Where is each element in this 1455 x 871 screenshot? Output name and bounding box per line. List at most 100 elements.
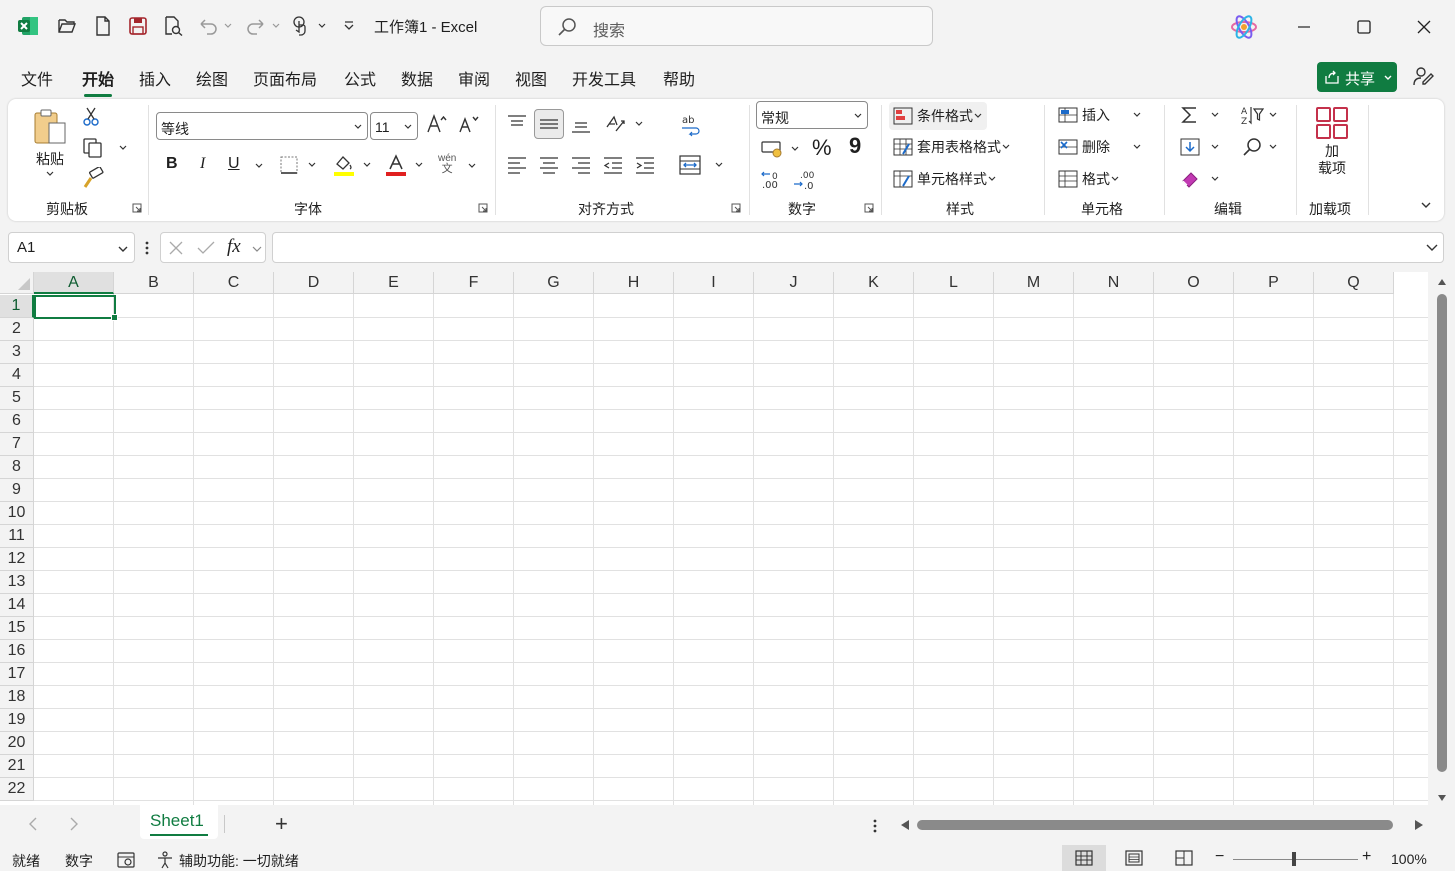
row-header[interactable]: 14 xyxy=(0,594,34,617)
worksheet-grid[interactable]: ABCDEFGHIJKLMNOPQ 1 2 3 4 5 6 7 8 9 10 11 12 13 14 15 1… xyxy=(0,272,1428,805)
undo-dropdown-icon[interactable] xyxy=(221,14,235,38)
scroll-up-icon[interactable] xyxy=(1437,278,1447,286)
maximize-button[interactable] xyxy=(1344,10,1384,44)
dialog-launcher-icon[interactable] xyxy=(864,203,874,213)
row-header[interactable]: 6 xyxy=(0,410,34,433)
add-ins-button[interactable]: 加 载项 xyxy=(1312,105,1352,177)
comma-style-button[interactable]: 9 xyxy=(849,133,861,159)
cell-styles-button[interactable]: 单元格样式 xyxy=(893,169,997,189)
scroll-left-icon[interactable] xyxy=(900,819,910,831)
conditional-formatting-button[interactable]: 条件格式 xyxy=(889,102,987,130)
tab-review[interactable]: 审阅 xyxy=(458,66,490,90)
column-header[interactable]: M xyxy=(994,272,1074,294)
column-header[interactable]: O xyxy=(1154,272,1234,294)
scroll-right-icon[interactable] xyxy=(1414,819,1424,831)
column-header[interactable]: F xyxy=(434,272,514,294)
normal-view-button[interactable] xyxy=(1062,845,1106,871)
row-header[interactable]: 3 xyxy=(0,341,34,364)
fill-button[interactable] xyxy=(1180,137,1220,157)
increase-indent-button[interactable] xyxy=(634,155,656,175)
page-break-view-icon[interactable] xyxy=(1175,850,1193,866)
decrease-indent-button[interactable] xyxy=(602,155,624,175)
column-header[interactable]: K xyxy=(834,272,914,294)
scroll-down-icon[interactable] xyxy=(1437,794,1447,802)
autosum-button[interactable] xyxy=(1180,105,1220,125)
decrease-decimal-button[interactable]: .00.0 xyxy=(792,169,816,191)
status-accessibility[interactable]: 辅助功能: 一切就绪 xyxy=(179,851,299,871)
row-header[interactable]: 19 xyxy=(0,709,34,732)
delete-cells-button[interactable]: 删除 xyxy=(1058,137,1142,157)
cut-button[interactable] xyxy=(82,107,100,127)
row-header[interactable]: 9 xyxy=(0,479,34,502)
previous-sheet-icon[interactable] xyxy=(28,817,38,831)
column-header[interactable]: E xyxy=(354,272,434,294)
tab-file[interactable]: 文件 xyxy=(21,66,53,90)
name-box[interactable]: A1 xyxy=(8,232,135,263)
align-bottom-button[interactable] xyxy=(570,115,592,135)
customize-qat-icon[interactable] xyxy=(342,14,356,38)
zoom-in-button[interactable]: + xyxy=(1362,848,1371,866)
bold-button[interactable]: B xyxy=(166,155,178,173)
row-header[interactable]: 17 xyxy=(0,663,34,686)
row-header[interactable]: 7 xyxy=(0,433,34,456)
expand-formula-icon[interactable] xyxy=(1425,243,1439,253)
column-header[interactable]: P xyxy=(1234,272,1314,294)
number-format-select[interactable]: 常规 xyxy=(756,101,868,129)
tab-insert[interactable]: 插入 xyxy=(139,66,171,90)
vertical-scrollbar[interactable] xyxy=(1430,272,1455,805)
row-header[interactable]: 15 xyxy=(0,617,34,640)
more-options-icon[interactable] xyxy=(144,240,150,256)
next-sheet-icon[interactable] xyxy=(69,817,79,831)
phonetic-dropdown-icon[interactable] xyxy=(467,161,477,171)
chevron-down-icon[interactable] xyxy=(252,245,262,253)
tab-help[interactable]: 帮助 xyxy=(663,66,695,90)
tab-page-layout[interactable]: 页面布局 xyxy=(253,66,317,90)
wrap-text-button[interactable]: ab xyxy=(680,113,702,137)
zoom-out-button[interactable]: − xyxy=(1215,848,1224,866)
tab-data[interactable]: 数据 xyxy=(401,66,433,90)
row-header[interactable]: 11 xyxy=(0,525,34,548)
page-layout-view-icon[interactable] xyxy=(1125,850,1143,866)
percent-style-button[interactable]: % xyxy=(812,135,832,161)
column-header[interactable]: I xyxy=(674,272,754,294)
accounting-format-button[interactable] xyxy=(760,138,800,160)
align-right-button[interactable] xyxy=(570,155,592,175)
align-center-button[interactable] xyxy=(538,155,560,175)
horizontal-scroll-thumb[interactable] xyxy=(917,820,1393,830)
find-select-button[interactable] xyxy=(1242,137,1278,157)
tab-home[interactable]: 开始 xyxy=(82,66,114,97)
sort-filter-button[interactable]: AZ xyxy=(1240,105,1278,125)
sheet-tab-sheet1[interactable]: Sheet1 xyxy=(140,805,218,839)
phonetic-guide-button[interactable]: wén 文 xyxy=(438,153,456,175)
minimize-button[interactable] xyxy=(1284,10,1324,44)
clear-button[interactable] xyxy=(1180,169,1220,189)
dialog-launcher-icon[interactable] xyxy=(132,203,142,213)
orientation-button[interactable] xyxy=(604,113,644,135)
column-header[interactable]: N xyxy=(1074,272,1154,294)
row-header[interactable]: 21 xyxy=(0,755,34,778)
touch-mode-icon[interactable] xyxy=(288,14,312,38)
row-header[interactable]: 2 xyxy=(0,318,34,341)
redo-dropdown-icon[interactable] xyxy=(269,14,283,38)
copilot-icon[interactable] xyxy=(1228,11,1260,43)
row-header[interactable]: 22 xyxy=(0,778,34,801)
more-options-icon[interactable] xyxy=(872,818,878,834)
paste-button[interactable]: 粘贴 xyxy=(30,107,70,179)
format-cells-button[interactable]: 格式 xyxy=(1058,169,1120,189)
row-header[interactable]: 4 xyxy=(0,364,34,387)
copy-button[interactable] xyxy=(82,137,128,159)
zoom-level[interactable]: 100% xyxy=(1391,851,1427,867)
align-middle-button[interactable] xyxy=(534,109,564,139)
italic-button[interactable]: I xyxy=(200,155,205,173)
row-header[interactable]: 16 xyxy=(0,640,34,663)
row-header[interactable]: 1 xyxy=(0,295,34,318)
underline-button[interactable]: U xyxy=(228,155,240,173)
underline-dropdown-icon[interactable] xyxy=(254,161,264,171)
merge-center-button[interactable] xyxy=(678,154,724,176)
row-header[interactable]: 8 xyxy=(0,456,34,479)
undo-icon[interactable] xyxy=(196,14,220,38)
touch-dropdown-icon[interactable] xyxy=(315,14,329,38)
close-button[interactable] xyxy=(1404,10,1444,44)
row-header[interactable]: 5 xyxy=(0,387,34,410)
column-header[interactable]: B xyxy=(114,272,194,294)
